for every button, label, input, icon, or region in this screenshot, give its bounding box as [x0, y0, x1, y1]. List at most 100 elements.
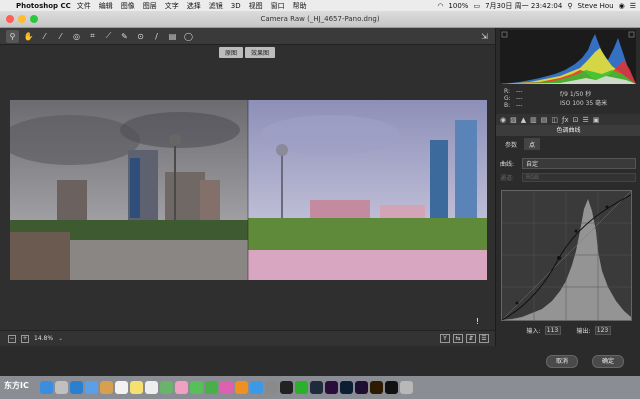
menu-window[interactable]: 窗口: [271, 1, 285, 11]
menu-select[interactable]: 选择: [187, 1, 201, 11]
zoom-window-button[interactable]: [30, 15, 38, 23]
launchpad-icon[interactable]: [55, 381, 68, 394]
crop-tool-icon[interactable]: ⌗: [86, 30, 99, 43]
premiere-icon[interactable]: [325, 381, 338, 394]
messages-icon[interactable]: [190, 381, 203, 394]
color-sampler-icon[interactable]: ⁄: [54, 30, 67, 43]
input-output-row: 输入: 113 输出: 123: [496, 324, 640, 336]
red-eye-icon[interactable]: ⊙: [134, 30, 147, 43]
highlight-clip-toggle[interactable]: [628, 31, 635, 38]
clock[interactable]: 7月30日 周一 23:42:04: [485, 1, 562, 11]
camera-calibration-icon[interactable]: ⊡: [573, 116, 579, 124]
facetime-icon[interactable]: [205, 381, 218, 394]
split-toning-panel-icon[interactable]: ▤: [541, 116, 548, 124]
qq-icon[interactable]: [280, 381, 293, 394]
readout-r-label: R:: [504, 88, 511, 95]
lens-panel-icon[interactable]: ◫: [551, 116, 558, 124]
wifi-icon[interactable]: ◠: [437, 2, 443, 10]
menu-3d[interactable]: 3D: [231, 2, 241, 10]
effects-panel-icon[interactable]: ƒx: [562, 116, 569, 124]
snapshots-panel-icon[interactable]: ▣: [593, 116, 600, 124]
zoom-out-button[interactable]: −: [8, 334, 16, 343]
tone-curve-panel-icon[interactable]: ▨: [510, 116, 517, 124]
menu-view[interactable]: 视图: [249, 1, 263, 11]
contacts-icon[interactable]: [100, 381, 113, 394]
adjustment-brush-icon[interactable]: /: [150, 30, 163, 43]
copy-settings-icon[interactable]: ⇵: [466, 334, 476, 343]
hsl-panel-icon[interactable]: ▥: [530, 116, 537, 124]
output-value-field[interactable]: 123: [594, 325, 611, 335]
open-preferences-icon[interactable]: ⇲: [478, 30, 491, 43]
zoom-in-button[interactable]: +: [21, 334, 29, 343]
spotlight-icon[interactable]: ⚲: [567, 2, 572, 10]
wechat-icon[interactable]: [295, 381, 308, 394]
minimize-window-button[interactable]: [18, 15, 26, 23]
readout-b-label: B:: [504, 102, 511, 109]
app-menu[interactable]: Photoshop CC: [16, 2, 71, 10]
tone-curve-graph[interactable]: [501, 190, 632, 321]
hand-tool-icon[interactable]: ✋: [22, 30, 35, 43]
illustrator-icon[interactable]: [370, 381, 383, 394]
appstore-icon[interactable]: [250, 381, 263, 394]
straighten-tool-icon[interactable]: ⟋: [102, 30, 115, 43]
detail-panel-icon[interactable]: ▲: [521, 116, 526, 124]
channel-select[interactable]: RGB: [522, 172, 636, 182]
curve-point[interactable]: [574, 229, 578, 233]
lightroom-icon[interactable]: [310, 381, 323, 394]
curve-point-selected[interactable]: [557, 256, 561, 260]
curve-point[interactable]: [605, 205, 609, 209]
image-preview[interactable]: [10, 100, 487, 280]
photoshop-icon[interactable]: [340, 381, 353, 394]
basic-panel-icon[interactable]: ◉: [500, 116, 506, 124]
menu-filter[interactable]: 滤镜: [209, 1, 223, 11]
graduated-filter-icon[interactable]: ▤: [166, 30, 179, 43]
menu-help[interactable]: 帮助: [293, 1, 307, 11]
readout-g-value: ---: [516, 95, 523, 102]
maps-icon[interactable]: [160, 381, 173, 394]
input-value-field[interactable]: 113: [544, 325, 561, 335]
swap-settings-icon[interactable]: ⇆: [453, 334, 463, 343]
calendar-icon[interactable]: [115, 381, 128, 394]
radial-filter-icon[interactable]: ◯: [182, 30, 195, 43]
before-after-toggle-icon[interactable]: Y: [440, 334, 450, 343]
menu-edit[interactable]: 编辑: [99, 1, 113, 11]
ok-button[interactable]: 确定: [592, 355, 624, 368]
reminders-icon[interactable]: [145, 381, 158, 394]
preview-preferences-icon[interactable]: ☰: [479, 334, 489, 343]
finder-icon[interactable]: [40, 381, 53, 394]
battery-icon[interactable]: ▭: [473, 2, 480, 10]
user-name[interactable]: Steve Hou: [577, 2, 613, 10]
aftereffects-icon[interactable]: [355, 381, 368, 394]
tab-point[interactable]: 点: [524, 138, 541, 150]
itunes-icon[interactable]: [220, 381, 233, 394]
shadow-clip-toggle[interactable]: [501, 31, 508, 38]
battery-percent[interactable]: 100%: [448, 2, 468, 10]
section-title: 色调曲线: [496, 125, 640, 136]
close-window-button[interactable]: [6, 15, 14, 23]
menu-type[interactable]: 文字: [165, 1, 179, 11]
safari-icon[interactable]: [70, 381, 83, 394]
menu-file[interactable]: 文件: [77, 1, 91, 11]
zoom-tool-icon[interactable]: ⚲: [6, 29, 19, 43]
zoom-level[interactable]: 14.8%: [34, 335, 53, 342]
targeted-adjustment-icon[interactable]: ◎: [70, 30, 83, 43]
menu-image[interactable]: 图像: [121, 1, 135, 11]
presets-panel-icon[interactable]: ☰: [582, 116, 588, 124]
siri-icon[interactable]: ◉: [619, 2, 625, 10]
curve-point[interactable]: [515, 301, 519, 305]
trash-icon[interactable]: [400, 381, 413, 394]
notes-icon[interactable]: [130, 381, 143, 394]
zoom-dropdown-icon[interactable]: ⌄: [58, 335, 63, 342]
photos-icon[interactable]: [175, 381, 188, 394]
menu-layer[interactable]: 图层: [143, 1, 157, 11]
ibooks-icon[interactable]: [235, 381, 248, 394]
preferences-icon[interactable]: [265, 381, 278, 394]
curve-preset-select[interactable]: 自定: [522, 157, 636, 169]
notification-center-icon[interactable]: ☰: [630, 2, 636, 10]
spot-removal-icon[interactable]: ✎: [118, 30, 131, 43]
terminal-icon[interactable]: [385, 381, 398, 394]
tab-parametric[interactable]: 参数: [500, 138, 522, 150]
white-balance-tool-icon[interactable]: ⁄: [38, 30, 51, 43]
mail-icon[interactable]: [85, 381, 98, 394]
cancel-button[interactable]: 取消: [546, 355, 578, 368]
